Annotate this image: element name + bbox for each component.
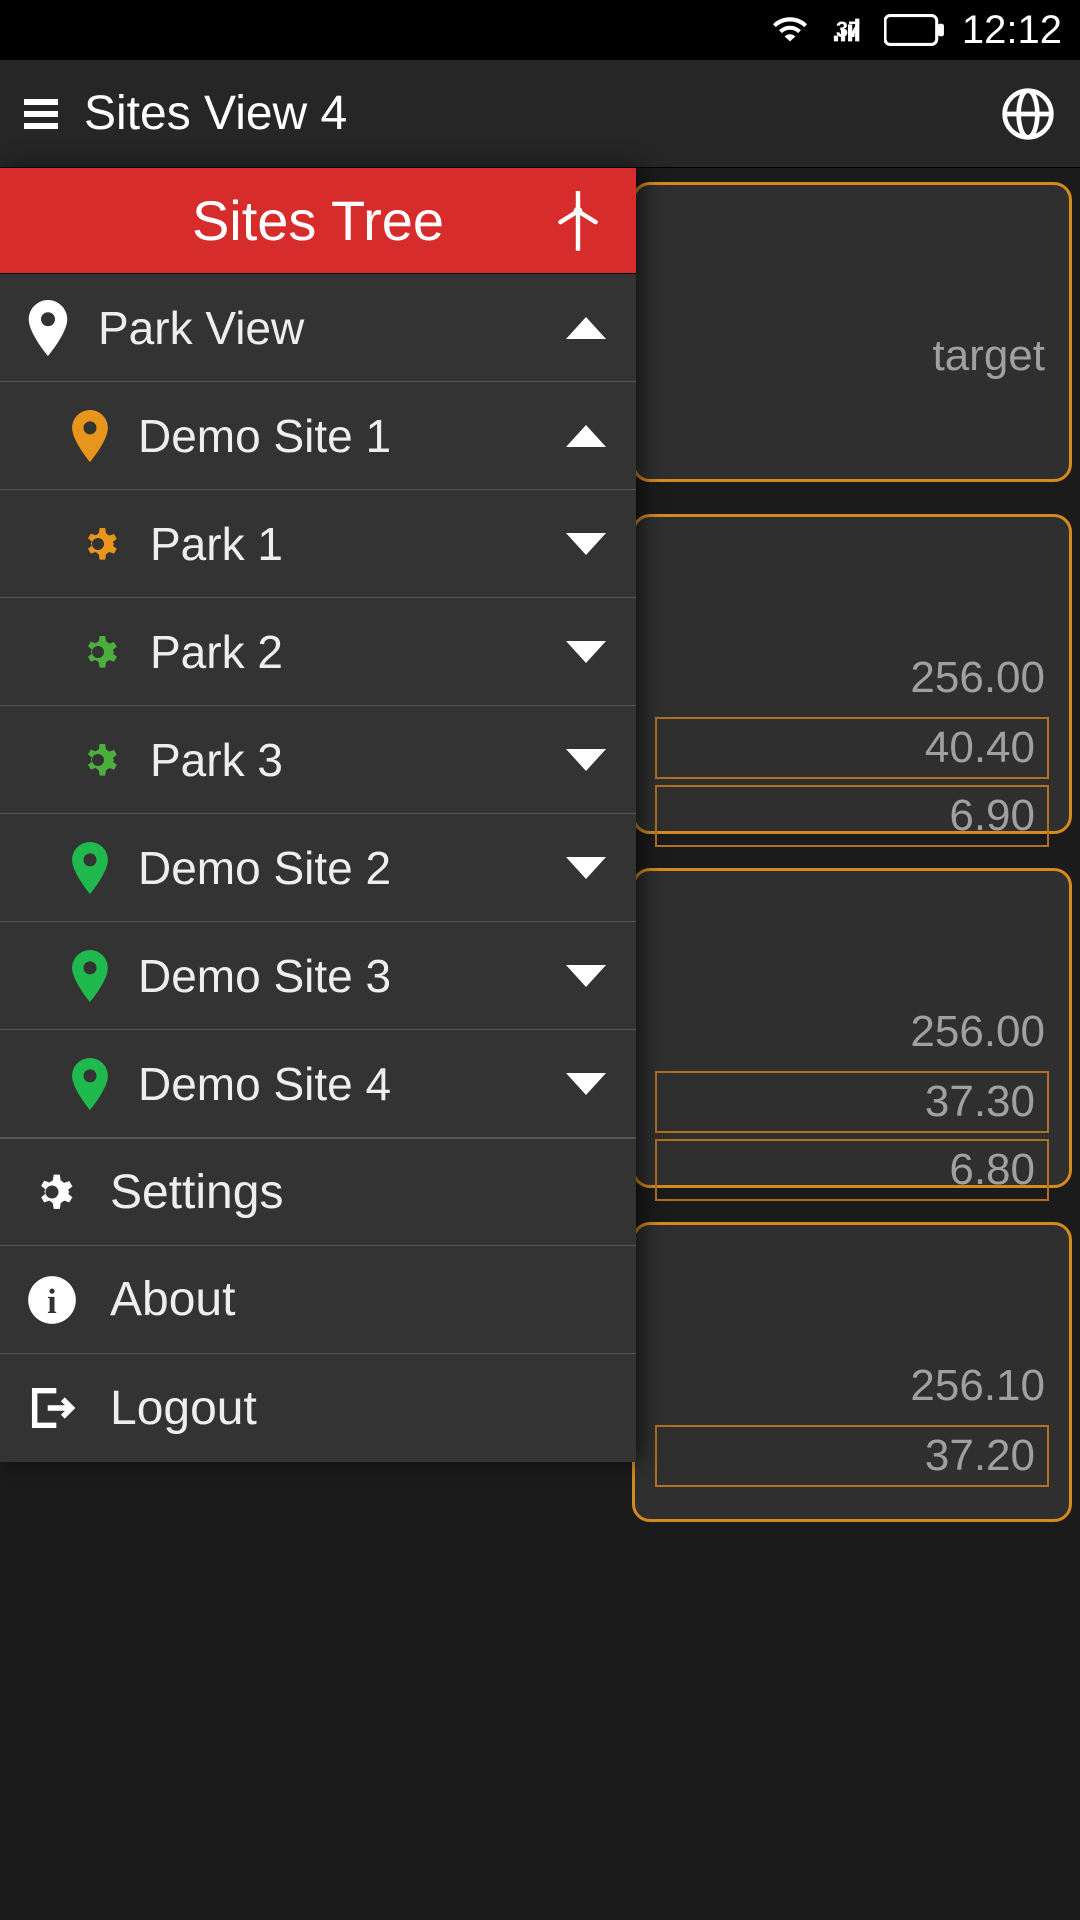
- card-value: 40.40: [925, 723, 1035, 773]
- tree-label: Demo Site 3: [138, 949, 538, 1003]
- menu-item-settings[interactable]: Settings: [0, 1138, 636, 1246]
- chevron-down-icon: [566, 641, 606, 663]
- gear-icon: [74, 736, 122, 784]
- tree-item-park-3[interactable]: Park 3: [0, 706, 636, 814]
- tree-label: Park View: [98, 301, 538, 355]
- menu-button[interactable]: [24, 93, 58, 135]
- data-card[interactable]: target: [632, 182, 1072, 482]
- chevron-down-icon: [566, 965, 606, 987]
- logout-icon: [26, 1382, 78, 1434]
- menu-item-logout[interactable]: Logout: [0, 1354, 636, 1462]
- data-card[interactable]: 256.10 37.20: [632, 1222, 1072, 1522]
- chevron-down-icon: [566, 533, 606, 555]
- drawer-title: Sites Tree: [192, 188, 444, 253]
- wind-turbine-icon: [556, 191, 600, 251]
- pin-icon: [70, 1058, 110, 1110]
- tree-item-demo-site-2[interactable]: Demo Site 2: [0, 814, 636, 922]
- card-value: 6.80: [949, 1145, 1035, 1195]
- chevron-down-icon: [566, 857, 606, 879]
- card-value: 37.20: [925, 1431, 1035, 1481]
- battery-percent: 37: [836, 17, 860, 43]
- app-header: Sites View 4: [0, 60, 1080, 168]
- gear-icon: [74, 520, 122, 568]
- navigation-drawer: Sites Tree Park View Demo Site 1 Park 1 …: [0, 168, 636, 1462]
- menu-item-about[interactable]: i About: [0, 1246, 636, 1354]
- status-time: 12:12: [962, 8, 1062, 53]
- wifi-icon: [768, 13, 812, 47]
- tree-item-park-view[interactable]: Park View: [0, 274, 636, 382]
- card-value: 256.10: [910, 1361, 1045, 1411]
- pin-icon: [70, 950, 110, 1002]
- status-bar: 37 12:12: [0, 0, 1080, 60]
- card-value: 6.90: [949, 791, 1035, 841]
- chevron-up-icon: [566, 317, 606, 339]
- page-title: Sites View 4: [84, 86, 347, 141]
- card-value: 256.00: [910, 653, 1045, 703]
- tree-item-park-2[interactable]: Park 2: [0, 598, 636, 706]
- tree-label: Demo Site 1: [138, 409, 538, 463]
- menu-label: Settings: [110, 1165, 610, 1220]
- gear-icon: [26, 1166, 78, 1218]
- tree-label: Park 2: [150, 625, 538, 679]
- battery-icon: 37: [884, 13, 946, 47]
- data-card[interactable]: 256.00 37.30 6.80: [632, 868, 1072, 1188]
- tree-label: Park 1: [150, 517, 538, 571]
- svg-text:i: i: [47, 1283, 57, 1321]
- chevron-up-icon: [566, 425, 606, 447]
- drawer-header: Sites Tree: [0, 168, 636, 274]
- menu-label: Logout: [110, 1381, 610, 1436]
- tree-label: Park 3: [150, 733, 538, 787]
- tree-label: Demo Site 4: [138, 1057, 538, 1111]
- tree-item-demo-site-4[interactable]: Demo Site 4: [0, 1030, 636, 1138]
- gear-icon: [74, 628, 122, 676]
- card-label: target: [932, 331, 1045, 381]
- pin-icon: [70, 842, 110, 894]
- tree-item-demo-site-1[interactable]: Demo Site 1: [0, 382, 636, 490]
- tree-label: Demo Site 2: [138, 841, 538, 895]
- chevron-down-icon: [566, 749, 606, 771]
- pin-icon: [26, 300, 70, 356]
- card-value: 37.30: [925, 1077, 1035, 1127]
- pin-icon: [70, 410, 110, 462]
- globe-button[interactable]: [1000, 86, 1056, 142]
- data-card[interactable]: 256.00 40.40 6.90: [632, 514, 1072, 834]
- tree-item-park-1[interactable]: Park 1: [0, 490, 636, 598]
- card-value: 256.00: [910, 1007, 1045, 1057]
- info-icon: i: [26, 1274, 78, 1326]
- chevron-down-icon: [566, 1073, 606, 1095]
- tree-item-demo-site-3[interactable]: Demo Site 3: [0, 922, 636, 1030]
- menu-label: About: [110, 1272, 610, 1327]
